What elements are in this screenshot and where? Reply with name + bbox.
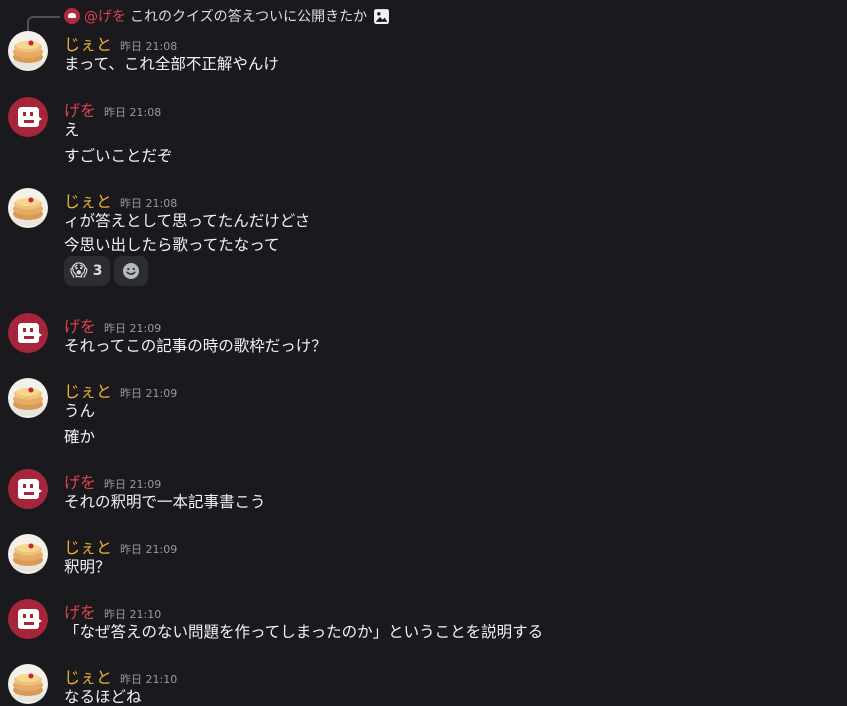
message-text: うん: [64, 402, 96, 420]
pancake-avatar-icon: [8, 664, 48, 704]
message-text: ィが答えとして思ってたんだけどさ: [64, 212, 311, 230]
reaction-count: 3: [92, 263, 103, 279]
timestamp[interactable]: 昨日 21:09: [120, 541, 177, 557]
message-text: 釈明？: [64, 558, 111, 576]
message-text: まって、これ全部不正解やんけ: [64, 55, 279, 73]
message-text: 「なぜ答えのない問題を作ってしまったのか」ということを説明する: [64, 623, 544, 641]
add-reaction-button[interactable]: [114, 256, 149, 286]
scream-emoji-icon: 😱: [70, 260, 88, 281]
image-icon: [374, 8, 390, 24]
message-text: なるほどね: [64, 688, 142, 706]
message-text: 今思い出したら歌ってたなって: [64, 236, 280, 254]
pancake-avatar-icon: [8, 31, 48, 71]
timestamp[interactable]: 昨日 21:09: [120, 385, 177, 401]
reply-avatar: [64, 8, 80, 24]
message-text: 確か: [64, 428, 96, 446]
reply-text[interactable]: これのクイズの答えついに公開きたか: [130, 6, 367, 26]
message-text: それの釈明で一本記事書こう: [64, 493, 266, 511]
avatar-jet[interactable]: [8, 31, 48, 71]
creature-avatar-icon: [8, 97, 48, 137]
pancake-avatar-icon: [8, 534, 48, 574]
creature-avatar-icon: [8, 313, 48, 353]
avatar-gewo[interactable]: [8, 469, 48, 509]
avatar-jet[interactable]: [8, 188, 48, 228]
reactions-bar: 😱 3: [64, 256, 149, 286]
avatar-jet[interactable]: [8, 664, 48, 704]
avatar-jet[interactable]: [8, 378, 48, 418]
reply-reference[interactable]: @げを これのクイズの答えついに公開きたか: [0, 6, 847, 36]
message-text: え: [64, 121, 80, 139]
avatar-gewo[interactable]: [8, 313, 48, 353]
reply-content[interactable]: @げを これのクイズの答えついに公開きたか: [64, 6, 390, 26]
creature-avatar-icon: [8, 469, 48, 509]
chat-log: @げを これのクイズの答えついに公開きたか じぇと 昨日 21:08 まって、こ…: [0, 0, 847, 706]
reply-author[interactable]: @げを: [84, 6, 126, 26]
message-text: それってこの記事の時の歌枠だっけ？: [64, 337, 327, 355]
message-text: すごいことだぞ: [64, 147, 173, 165]
pancake-avatar-icon: [8, 188, 48, 228]
avatar-jet[interactable]: [8, 534, 48, 574]
smile-icon: [123, 263, 140, 279]
reaction-button[interactable]: 😱 3: [64, 256, 111, 286]
avatar-gewo[interactable]: [8, 599, 48, 639]
pancake-avatar-icon: [8, 378, 48, 418]
creature-avatar-icon: [8, 599, 48, 639]
timestamp[interactable]: 昨日 21:08: [104, 104, 161, 120]
avatar-gewo[interactable]: [8, 97, 48, 137]
